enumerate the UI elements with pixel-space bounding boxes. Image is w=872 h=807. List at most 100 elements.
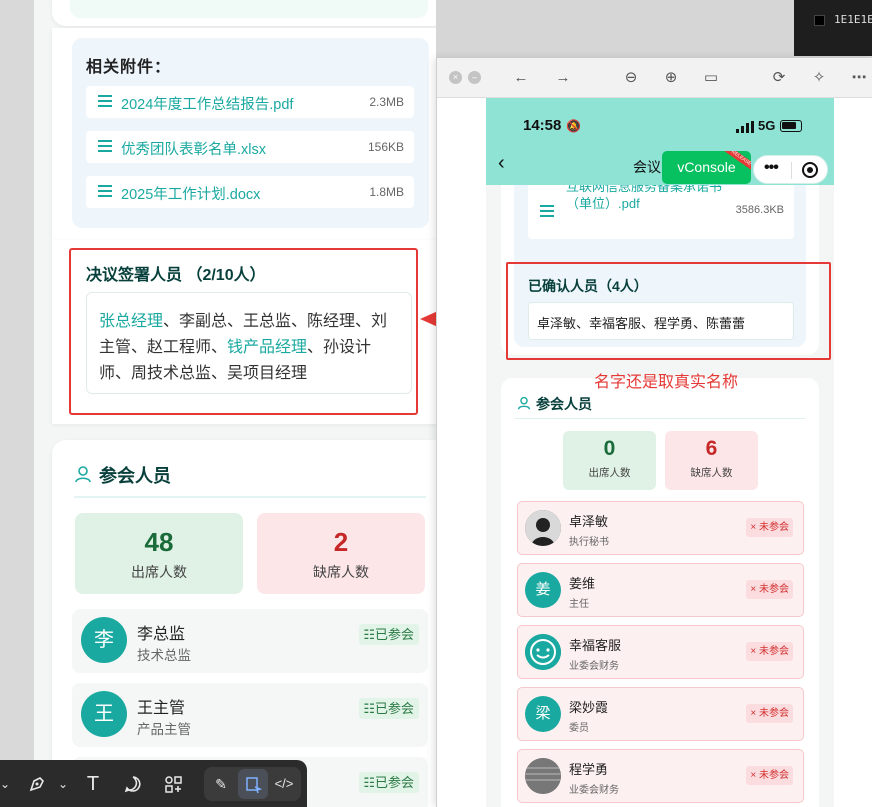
list-icon bbox=[98, 95, 112, 107]
absent-stat: 2 缺席人数 bbox=[257, 513, 425, 594]
back-chevron-icon[interactable]: ‹ bbox=[498, 152, 505, 175]
attachment-name: 互联网信息服务备案承诺书 （单位）.pdf bbox=[566, 185, 723, 211]
attendee-name: 幸福客服 bbox=[569, 638, 622, 653]
more-icon[interactable]: ⋯ bbox=[847, 66, 871, 90]
page-title: 会议 bbox=[633, 159, 661, 175]
status-badge: × 未参会 bbox=[746, 766, 793, 785]
attendee-row[interactable]: 卓泽敏 执行秘书 × 未参会 bbox=[517, 501, 804, 555]
annotation-highlight-box bbox=[506, 262, 831, 360]
attachment-name: 优秀团队表彰名单.xlsx bbox=[121, 142, 266, 158]
attendees-title: 参会人员 bbox=[536, 396, 592, 412]
phone-header: 14:58 🔕 5G ‹ 会议 vConsole RELEASE ••• bbox=[486, 98, 834, 185]
list-icon bbox=[98, 185, 112, 197]
miniprogram-capsule: ••• bbox=[753, 155, 828, 184]
color-swatch[interactable] bbox=[814, 15, 825, 26]
mode-toggle-group: ✎ </> bbox=[204, 767, 301, 801]
avatar-photo-icon bbox=[525, 758, 561, 794]
attendee-row[interactable]: 李 李总监 技术总监 ☷已参会 bbox=[72, 609, 428, 673]
attachment-size: 3586.3KB bbox=[735, 204, 784, 216]
mute-bell-icon: 🔕 bbox=[566, 119, 581, 133]
status-badge: ☷已参会 bbox=[359, 624, 419, 645]
attendee-row[interactable]: 姜 姜维 主任 × 未参会 bbox=[517, 563, 804, 617]
back-icon[interactable]: ← bbox=[509, 66, 533, 90]
status-badge: × 未参会 bbox=[746, 704, 793, 723]
present-stat: 0 出席人数 bbox=[563, 431, 656, 490]
status-badge: ☷已参会 bbox=[359, 772, 419, 793]
network-type: 5G bbox=[758, 118, 776, 133]
present-count: 48 bbox=[144, 527, 174, 557]
attachment-item[interactable]: 2025年工作计划.docx 1.8MB bbox=[86, 176, 414, 208]
smile-avatar-icon bbox=[525, 634, 561, 670]
color-swatch-panel: 1E1E1E bbox=[794, 0, 872, 56]
attendee-role: 技术总监 bbox=[137, 648, 191, 663]
attachment-name: 2025年工作计划.docx bbox=[121, 187, 261, 203]
attendee-row[interactable]: 程学勇 业委会财务 × 未参会 bbox=[517, 749, 804, 803]
attendee-role: 主任 bbox=[569, 599, 589, 610]
status-badge: × 未参会 bbox=[746, 580, 793, 599]
attendee-row[interactable]: 梁 梁妙霞 委员 × 未参会 bbox=[517, 687, 804, 741]
drawing-toolbar: ⌄ ⌄ T ✎ </> bbox=[0, 760, 307, 807]
components-icon[interactable] bbox=[158, 769, 188, 799]
forward-icon[interactable]: → bbox=[551, 66, 575, 90]
list-icon bbox=[98, 140, 112, 152]
background-page: 相关附件： 2024年度工作总结报告.pdf 2.3MB 优秀团队表彰名单.xl… bbox=[0, 0, 436, 807]
status-badge: × 未参会 bbox=[746, 642, 793, 661]
top-card bbox=[52, 0, 436, 26]
rotate-icon[interactable]: ⟳ bbox=[767, 66, 791, 90]
attendee-role: 产品主管 bbox=[137, 722, 191, 737]
color-hex-value: 1E1E1E bbox=[834, 13, 872, 26]
chevron-down-icon[interactable]: ⌄ bbox=[48, 769, 78, 799]
attendee-name: 梁妙霞 bbox=[569, 700, 609, 715]
phone-screen: 14:58 🔕 5G ‹ 会议 vConsole RELEASE ••• 互联网… bbox=[486, 98, 834, 807]
attendee-name: 程学勇 bbox=[569, 762, 609, 777]
close-target-icon[interactable] bbox=[802, 162, 818, 178]
zoom-out-icon[interactable]: ⊖ bbox=[619, 66, 643, 90]
fit-screen-icon[interactable]: ▭ bbox=[699, 66, 723, 90]
user-icon bbox=[517, 396, 531, 410]
attendee-row[interactable]: 王 王主管 产品主管 ☷已参会 bbox=[72, 683, 428, 747]
attendee-role: 业委会财务 bbox=[569, 785, 619, 796]
simulator-window: × – ← → ⊖ ⊕ ▭ ⟳ ✧ ⋯ 14:58 🔕 5G ‹ 会议 vCon… bbox=[436, 58, 872, 807]
absent-label: 缺席人数 bbox=[313, 564, 369, 580]
present-stat: 48 出席人数 bbox=[75, 513, 243, 594]
signal-icon bbox=[736, 121, 754, 133]
list-icon bbox=[540, 205, 554, 220]
status-badge: × 未参会 bbox=[746, 518, 793, 537]
code-icon[interactable]: </> bbox=[269, 769, 299, 799]
attachments-title: 相关附件： bbox=[86, 59, 172, 76]
minimize-icon[interactable]: – bbox=[468, 71, 481, 84]
text-tool-icon[interactable]: T bbox=[78, 769, 108, 799]
present-label: 出席人数 bbox=[588, 467, 631, 479]
attendee-name: 李总监 bbox=[137, 626, 186, 643]
dev-mode-icon[interactable] bbox=[238, 769, 268, 799]
more-dots-icon[interactable]: ••• bbox=[764, 159, 779, 177]
attachment-item[interactable]: 优秀团队表彰名单.xlsx 156KB bbox=[86, 131, 414, 163]
attendee-role: 业委会财务 bbox=[569, 661, 619, 672]
divider bbox=[74, 496, 426, 498]
vconsole-button[interactable]: vConsole RELEASE bbox=[662, 151, 751, 184]
attachment-name: 2024年度工作总结报告.pdf bbox=[121, 97, 294, 113]
attachment-item[interactable]: 互联网信息服务备案承诺书 （单位）.pdf 3586.3KB bbox=[528, 185, 794, 239]
zoom-in-icon[interactable]: ⊕ bbox=[659, 66, 683, 90]
divider bbox=[515, 418, 805, 419]
annotation-note: 名字还是取真实名称 bbox=[594, 374, 739, 391]
annotation-highlight-box bbox=[69, 248, 418, 415]
wand-icon[interactable]: ✧ bbox=[807, 66, 831, 90]
attendee-row[interactable]: 幸福客服 业委会财务 × 未参会 bbox=[517, 625, 804, 679]
present-count: 0 bbox=[603, 437, 616, 460]
avatar: 姜 bbox=[525, 572, 561, 608]
comment-tool-icon[interactable] bbox=[118, 769, 148, 799]
present-label: 出席人数 bbox=[131, 564, 187, 580]
absent-label: 缺席人数 bbox=[690, 467, 733, 479]
attendee-role: 执行秘书 bbox=[569, 537, 609, 548]
attachment-size: 2.3MB bbox=[369, 95, 404, 109]
close-icon[interactable]: × bbox=[449, 71, 462, 84]
attachment-item[interactable]: 2024年度工作总结报告.pdf 2.3MB bbox=[86, 86, 414, 118]
attendee-role: 委员 bbox=[569, 723, 589, 734]
chevron-down-icon[interactable]: ⌄ bbox=[0, 769, 20, 799]
battery-icon bbox=[780, 120, 802, 132]
absent-count: 6 bbox=[705, 437, 718, 460]
attendee-name: 姜维 bbox=[569, 576, 596, 591]
draw-mode-icon[interactable]: ✎ bbox=[206, 769, 236, 799]
attachment-size: 156KB bbox=[367, 140, 404, 154]
